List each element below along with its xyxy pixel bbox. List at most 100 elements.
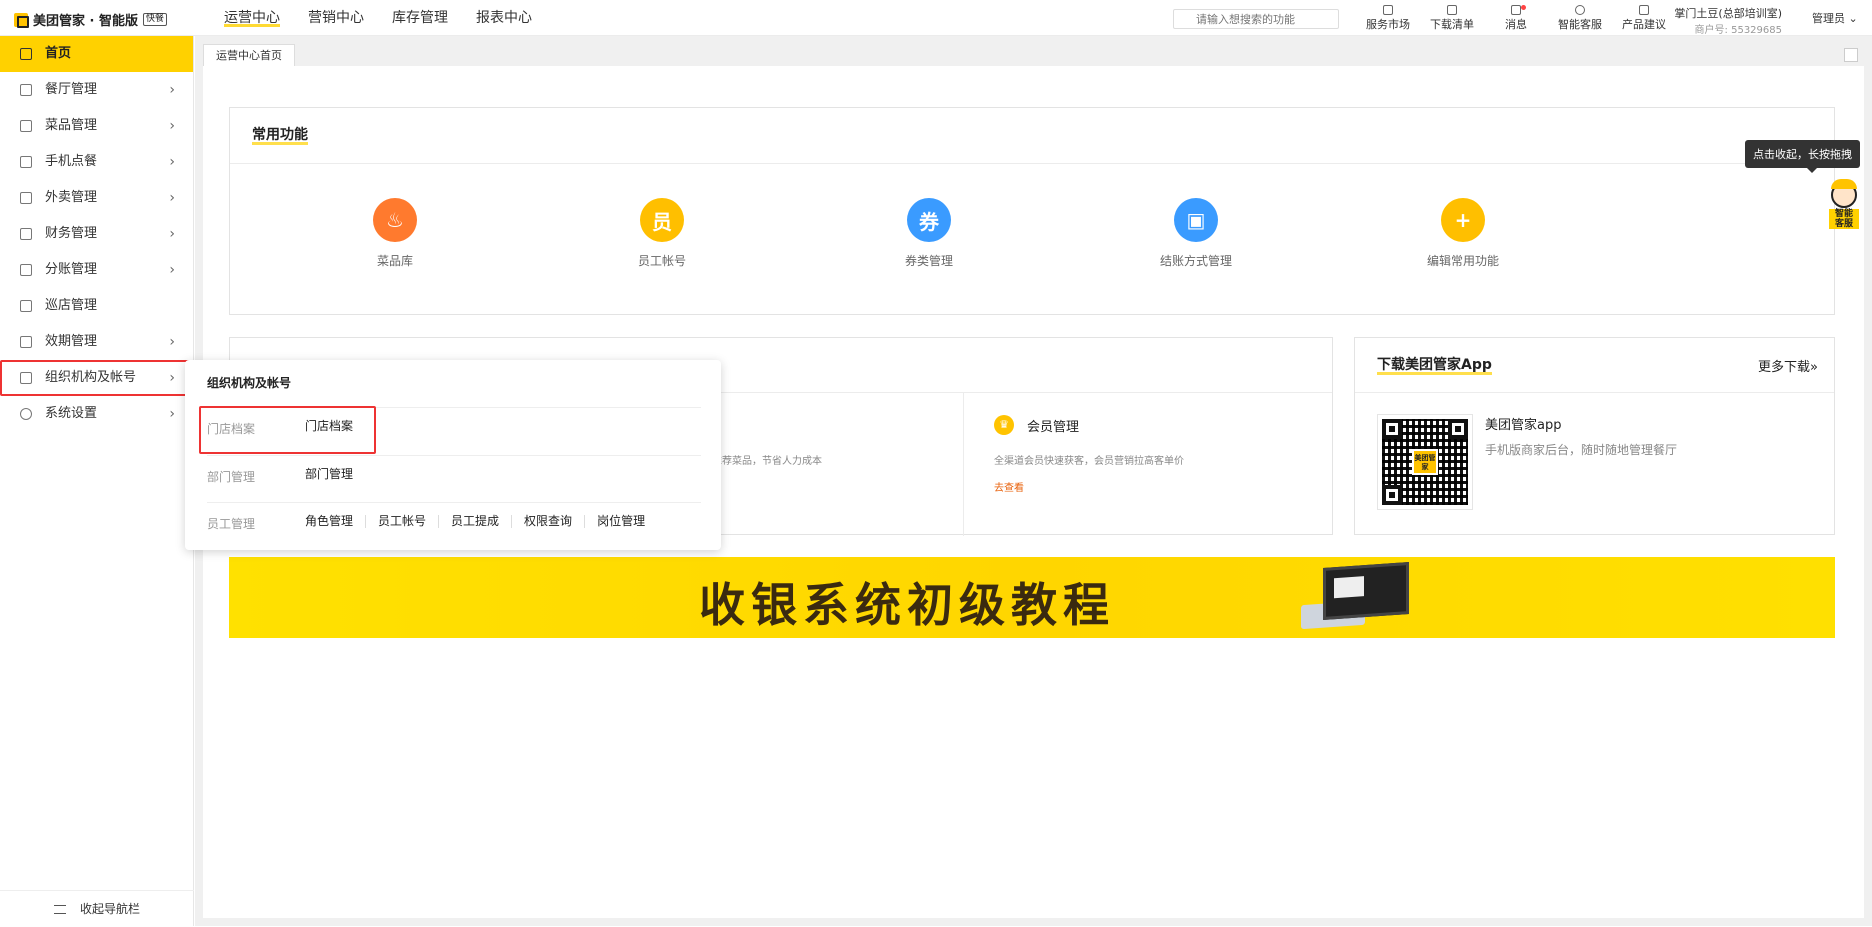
link-positions[interactable]: 岗位管理 — [584, 515, 657, 528]
topnav-operations[interactable]: 运营中心 — [210, 0, 294, 36]
sidebar-item-settings[interactable]: 系统设置 › — [0, 396, 193, 432]
sidebar-item-label: 财务管理 — [45, 226, 98, 241]
sidebar-item-label: 巡店管理 — [45, 298, 98, 313]
sidebar-item-inspection[interactable]: 巡店管理 — [0, 288, 193, 324]
org-icon — [20, 372, 32, 384]
link-roles[interactable]: 角色管理 — [305, 515, 365, 528]
member-link[interactable]: 去查看 — [994, 479, 1024, 494]
top-tools: 服务市场 下载清单 消息 智能客服 产品建议 — [1356, 4, 1676, 32]
smart-support-bot[interactable]: 智能 客服 — [1829, 179, 1859, 240]
chevron-right-icon: › — [169, 370, 175, 386]
chevron-right-icon: › — [169, 334, 175, 350]
edition-badge: 快餐 — [143, 13, 168, 26]
tool-messages[interactable]: 消息 — [1484, 4, 1548, 32]
sidebar-item-delivery[interactable]: 外卖管理 › — [0, 180, 193, 216]
bot-avatar-icon — [1831, 179, 1857, 208]
home-icon — [20, 48, 32, 60]
coupon-icon: 券 — [907, 198, 951, 242]
chevron-right-icon: › — [169, 226, 175, 242]
topnav-marketing[interactable]: 营销中心 — [294, 0, 378, 36]
fn-coupons[interactable]: 券 券类管理 — [859, 198, 999, 269]
tool-label: 服务市场 — [1366, 18, 1410, 31]
common-functions-card: 常用功能 ♨ 菜品库 员 员工帐号 券 券类管理 ▣ 结账方式管理 + 编辑常用… — [229, 107, 1835, 315]
sidebar-item-label: 菜品管理 — [45, 118, 98, 133]
tool-smart-support[interactable]: 智能客服 — [1548, 4, 1612, 32]
calendar-icon — [20, 336, 32, 348]
fn-edit-common[interactable]: + 编辑常用功能 — [1393, 198, 1533, 269]
tool-service-market[interactable]: 服务市场 — [1356, 4, 1420, 32]
sidebar-item-mobile-order[interactable]: 手机点餐 › — [0, 144, 193, 180]
link-staff-commission[interactable]: 员工提成 — [438, 515, 511, 528]
qr-logo: 美团管家 — [1412, 449, 1438, 475]
tool-feedback[interactable]: 产品建议 — [1612, 4, 1676, 32]
fn-label: 编辑常用功能 — [1426, 254, 1499, 268]
chevron-right-icon: › — [169, 406, 175, 422]
app-name: 美团管家app — [1485, 418, 1562, 433]
tutorial-banner[interactable]: 收银系统初级教程 — [229, 557, 1835, 638]
fn-payment-methods[interactable]: ▣ 结账方式管理 — [1126, 198, 1266, 269]
tool-label: 下载清单 — [1430, 18, 1474, 31]
topnav-inventory[interactable]: 库存管理 — [378, 0, 462, 36]
download-icon — [1447, 5, 1457, 15]
sidebar-item-restaurant[interactable]: 餐厅管理 › — [0, 72, 193, 108]
sidebar-item-split[interactable]: 分账管理 › — [0, 252, 193, 288]
more-downloads-link[interactable]: 更多下载» — [1758, 356, 1818, 375]
tool-label: 产品建议 — [1622, 18, 1666, 31]
sidebar-item-label: 外卖管理 — [45, 190, 98, 205]
search-input[interactable] — [1173, 9, 1339, 29]
collapse-nav-button[interactable]: 收起导航栏 — [0, 890, 194, 926]
sidebar-item-label: 系统设置 — [45, 406, 98, 421]
app-brand: 美团管家 · 智能版 — [33, 14, 138, 29]
fn-dish-library[interactable]: ♨ 菜品库 — [325, 198, 465, 269]
sidebar-item-finance[interactable]: 财务管理 › — [0, 216, 193, 252]
link-department[interactable]: 部门管理 — [305, 468, 365, 481]
qr-pattern: 美团管家 — [1382, 419, 1468, 505]
bot-label-line: 客服 — [1834, 219, 1853, 229]
fn-staff-accounts[interactable]: 员 员工帐号 — [592, 198, 732, 269]
link-staff-accounts[interactable]: 员工帐号 — [365, 515, 438, 528]
merchant-id: 商户号: 55329685 — [1694, 25, 1782, 36]
user-menu[interactable]: 管理员 ⌄ — [1812, 10, 1858, 26]
crown-icon: ♛ — [994, 415, 1014, 435]
highlight-box — [199, 406, 376, 454]
staff-icon: 员 — [640, 198, 684, 242]
feedback-icon — [1639, 5, 1649, 15]
fn-label: 结账方式管理 — [1159, 254, 1232, 268]
user-role: 管理员 — [1812, 12, 1845, 25]
sidebar-item-label: 首页 — [45, 46, 72, 61]
fn-label: 菜品库 — [376, 254, 413, 268]
sidebar-item-label: 餐厅管理 — [45, 82, 98, 97]
app-logo[interactable]: 美团管家 · 智能版 快餐 — [14, 10, 168, 29]
dish-cover-icon: ♨ — [373, 198, 417, 242]
help-icon — [1575, 5, 1585, 15]
sidebar-item-home[interactable]: 首页 — [0, 36, 193, 72]
sidebar-item-label: 手机点餐 — [45, 154, 98, 169]
popup-row-department: 部门管理 部门管理 — [207, 455, 701, 495]
sidebar-item-label: 效期管理 — [45, 334, 98, 349]
settings-icon — [20, 408, 32, 420]
unread-dot — [1521, 5, 1526, 10]
download-card: 下载美团管家App 更多下载» 美团管家 美团管家app 手机版商家后台，随时随… — [1354, 337, 1835, 535]
tool-download-list[interactable]: 下载清单 — [1420, 4, 1484, 32]
link-permission-query[interactable]: 权限查询 — [511, 515, 584, 528]
tab-menu-icon[interactable] — [1844, 48, 1858, 62]
sidebar-item-expiry[interactable]: 效期管理 › — [0, 324, 193, 360]
card-title: 下载美团管家App — [1377, 354, 1492, 375]
topnav-reports[interactable]: 报表中心 — [462, 0, 546, 36]
store-switcher[interactable]: 掌门土豆(总部培训室) 商户号: 55329685 — [1672, 5, 1782, 36]
sidebar-item-label: 分账管理 — [45, 262, 98, 277]
chevron-down-icon: ⌄ — [1845, 12, 1858, 25]
top-nav: 运营中心 营销中心 库存管理 报表中心 — [210, 0, 546, 36]
sidebar-item-org-accounts[interactable]: 组织机构及帐号 › — [0, 360, 193, 396]
cart-icon — [1383, 5, 1393, 15]
fn-label: 员工帐号 — [637, 254, 686, 268]
sidebar-item-dishes[interactable]: 菜品管理 › — [0, 108, 193, 144]
phone-icon — [20, 156, 32, 168]
tab-operations-home[interactable]: 运营中心首页 — [203, 44, 295, 66]
divider — [963, 392, 964, 536]
divider — [1355, 392, 1834, 393]
qr-finder — [1382, 485, 1402, 505]
feature-desc: 推荐菜品，节省人力成本 — [712, 456, 822, 467]
sidebar-item-label: 组织机构及帐号 — [45, 370, 137, 385]
member-desc: 全渠道会员快速获客，会员营销拉高客单价 — [994, 456, 1184, 467]
